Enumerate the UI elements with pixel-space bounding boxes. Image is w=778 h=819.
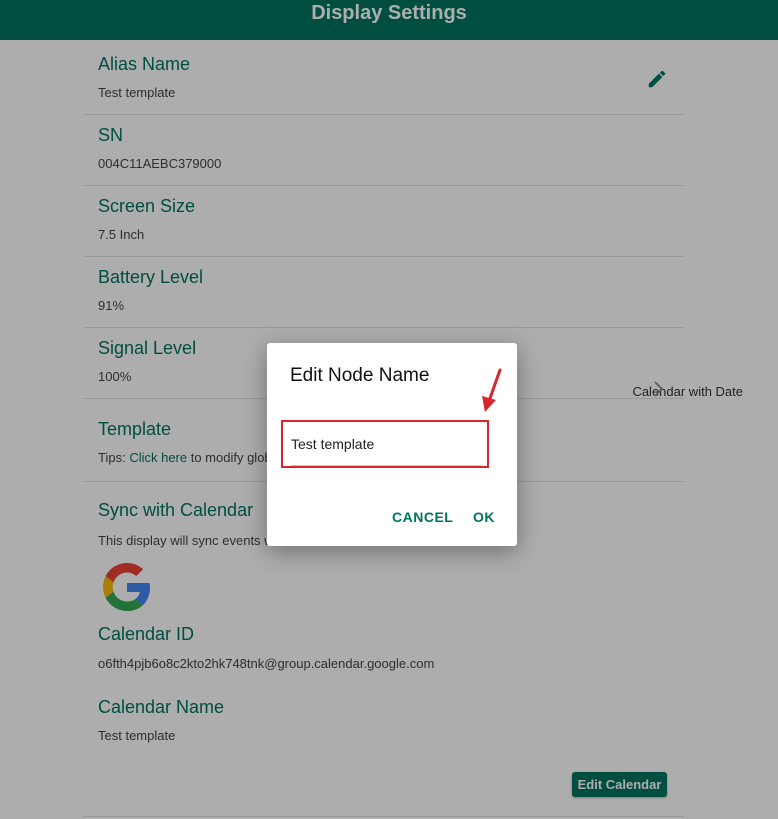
- red-arrow-icon: [482, 368, 502, 412]
- node-name-input[interactable]: [291, 422, 481, 466]
- highlight-box: [281, 420, 489, 468]
- dialog-title: Edit Node Name: [290, 365, 430, 386]
- cancel-button[interactable]: CANCEL: [392, 509, 453, 525]
- ok-button[interactable]: OK: [473, 509, 495, 525]
